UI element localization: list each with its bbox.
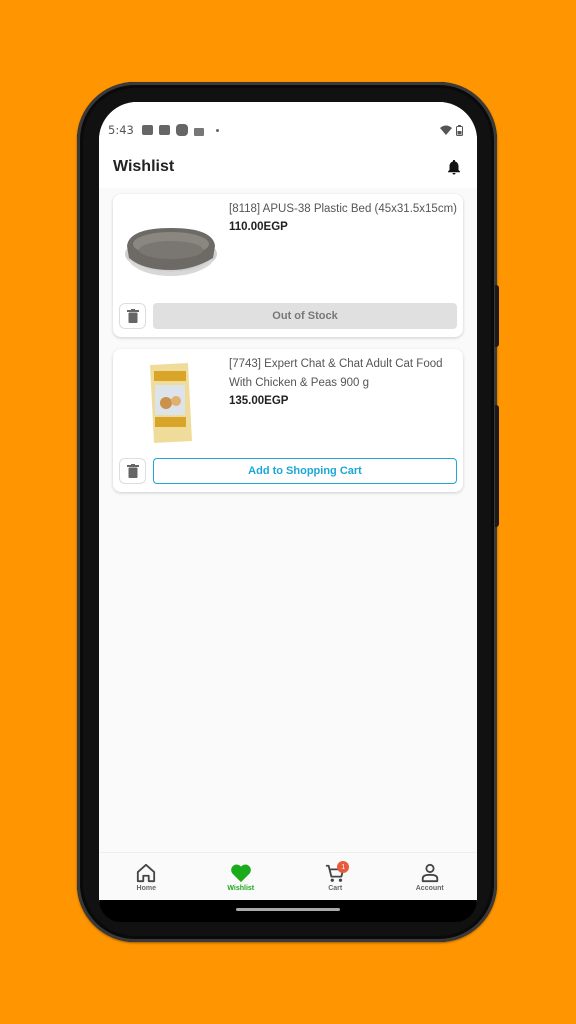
product-image[interactable]	[119, 355, 223, 450]
product-price: 110.00EGP	[229, 221, 288, 233]
product-price: 135.00EGP	[229, 395, 289, 407]
add-to-cart-button[interactable]: Add to Shopping Cart	[153, 458, 457, 484]
nav-wishlist[interactable]: Wishlist	[194, 853, 289, 902]
product-image[interactable]	[119, 200, 223, 295]
trash-icon	[126, 464, 139, 478]
nav-account[interactable]: Account	[383, 853, 478, 902]
cat-food-bag-image	[150, 362, 192, 443]
wishlist: [8118] APUS-38 Plastic Bed (45x31.5x15cm…	[113, 194, 463, 504]
bell-icon[interactable]	[445, 158, 463, 176]
status-bar: 5:43	[99, 102, 477, 146]
power-button	[495, 285, 499, 347]
nav-label: Cart	[328, 885, 343, 892]
product-name[interactable]: [7743] Expert Chat & Chat Adult Cat Food…	[229, 355, 457, 393]
remove-button[interactable]	[119, 458, 146, 484]
out-of-stock-button: Out of Stock	[153, 303, 457, 329]
app-icon	[175, 124, 188, 136]
cart-badge: 1	[337, 861, 350, 873]
wishlist-item: [8118] APUS-38 Plastic Bed (45x31.5x15cm…	[113, 194, 463, 337]
vpn-lock-icon	[193, 127, 204, 136]
page-title: Wishlist	[113, 158, 175, 175]
nav-label: Wishlist	[227, 885, 255, 892]
volume-button	[495, 405, 499, 527]
home-icon	[137, 863, 156, 883]
notification-icon	[158, 125, 170, 135]
pet-bed-image	[125, 227, 217, 276]
product-name[interactable]: [8118] APUS-38 Plastic Bed (45x31.5x15cm…	[229, 200, 457, 219]
remove-button[interactable]	[119, 303, 146, 329]
trash-icon	[126, 309, 139, 323]
dot-icon	[215, 128, 219, 132]
app-bar: Wishlist	[99, 146, 477, 188]
account-icon	[421, 863, 438, 883]
home-indicator[interactable]	[236, 908, 340, 911]
wifi-icon	[440, 125, 452, 135]
wishlist-item: [7743] Expert Chat & Chat Adult Cat Food…	[113, 349, 463, 492]
heart-icon	[230, 864, 251, 883]
navigation-bar	[99, 900, 477, 922]
bottom-nav: Home Wishlist 1 Cart Account	[99, 852, 477, 902]
screen: 5:43 Wishlist [8118] APUS-38 Plastic Bed…	[99, 102, 477, 902]
nav-home[interactable]: Home	[99, 853, 194, 902]
battery-icon	[456, 124, 463, 136]
status-time: 5:43	[108, 123, 134, 137]
nav-label: Home	[136, 885, 156, 892]
notification-icon	[141, 125, 153, 135]
nav-cart[interactable]: 1 Cart	[288, 853, 383, 902]
nav-label: Account	[415, 885, 444, 892]
